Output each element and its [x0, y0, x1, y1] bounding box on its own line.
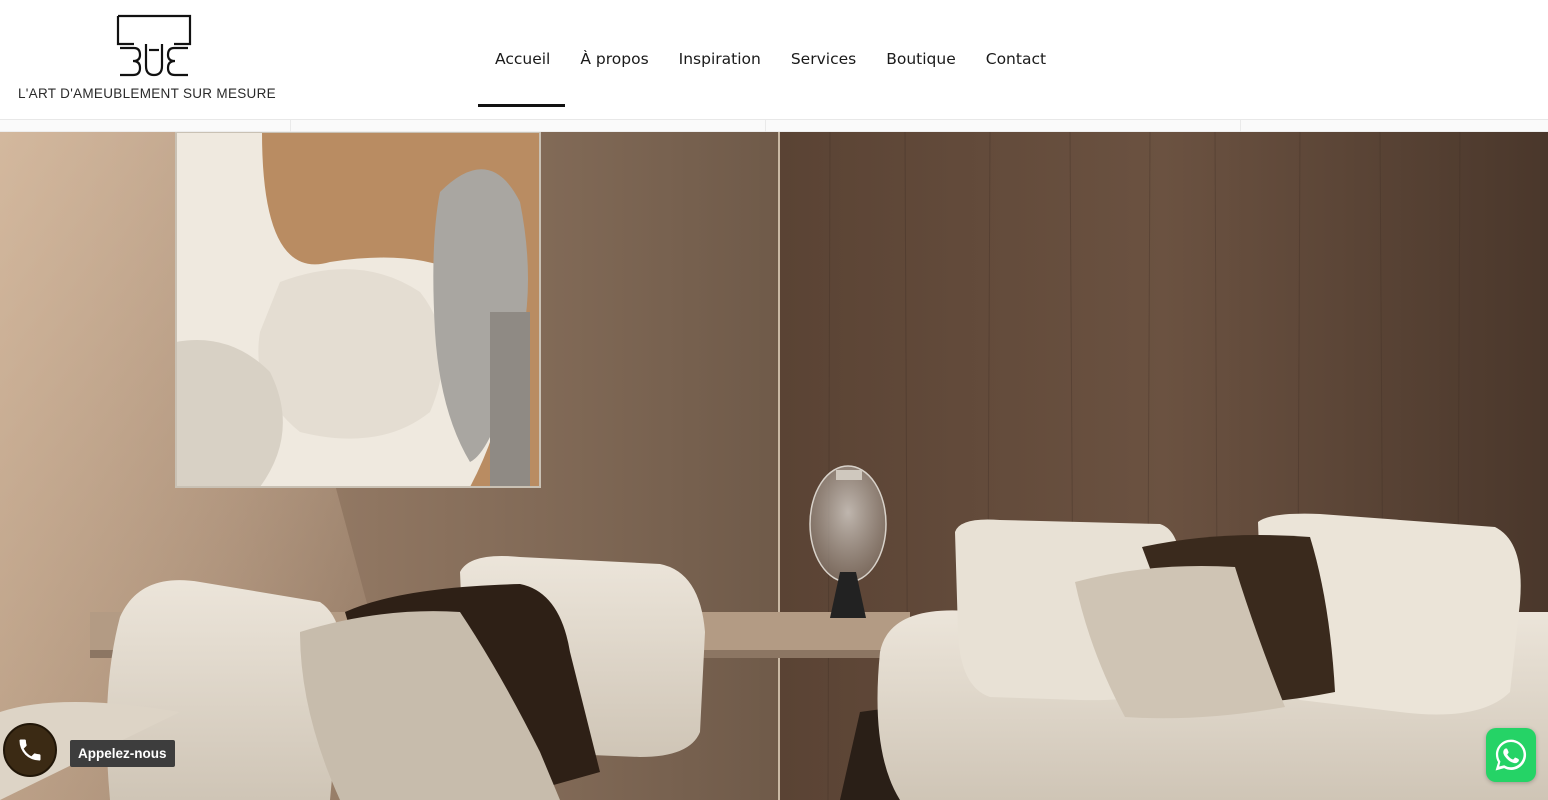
site-header: L'ART D'AMEUBLEMENT SUR MESURE Accueil À…: [0, 0, 1548, 120]
hero-living-room-image: [0, 132, 1548, 800]
nav-item-services[interactable]: Services: [776, 0, 871, 107]
site-logo[interactable]: L'ART D'AMEUBLEMENT SUR MESURE: [18, 14, 294, 104]
whatsapp-icon: [1495, 739, 1527, 771]
logo-monogram-icon: [116, 14, 192, 77]
nav-item-contact[interactable]: Contact: [971, 0, 1061, 107]
hero-scene: [0, 132, 1548, 800]
call-button[interactable]: [3, 723, 57, 777]
phone-icon: [19, 739, 41, 761]
nav-item-boutique[interactable]: Boutique: [871, 0, 971, 107]
call-button-label[interactable]: Appelez-nous: [70, 740, 175, 767]
whatsapp-button[interactable]: [1486, 728, 1536, 782]
logo-tagline: L'ART D'AMEUBLEMENT SUR MESURE: [18, 86, 276, 101]
main-navigation: Accueil À propos Inspiration Services Bo…: [478, 0, 1061, 120]
nav-item-accueil[interactable]: Accueil: [478, 0, 566, 107]
header-divider-strip: [0, 120, 1548, 132]
nav-item-a-propos[interactable]: À propos: [565, 0, 663, 107]
nav-item-inspiration[interactable]: Inspiration: [664, 0, 776, 107]
